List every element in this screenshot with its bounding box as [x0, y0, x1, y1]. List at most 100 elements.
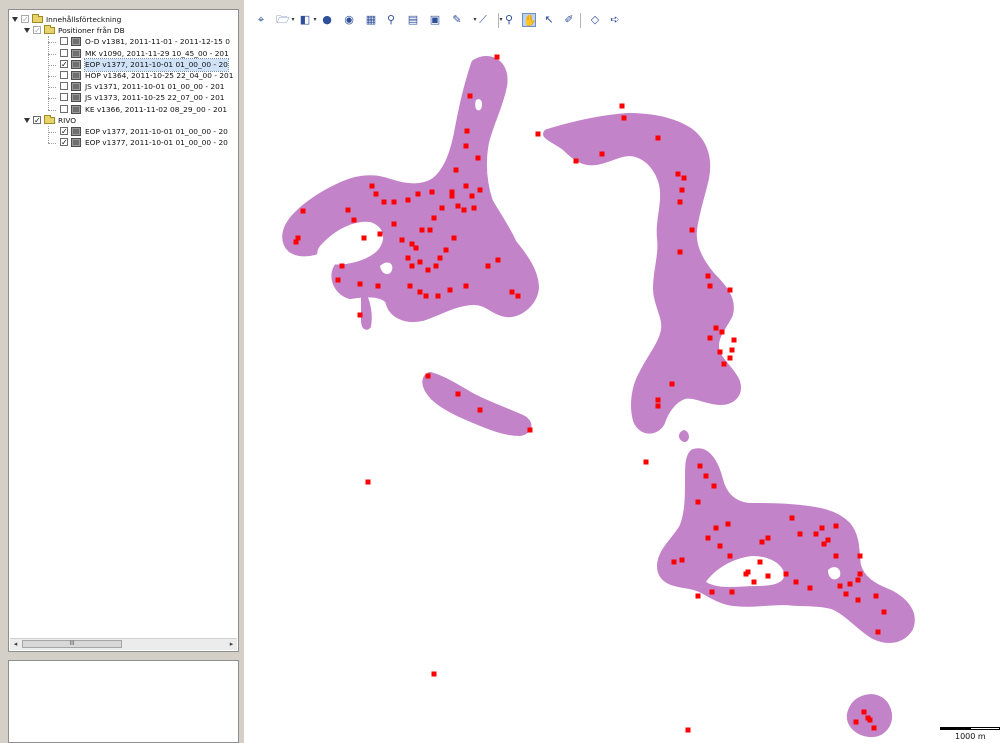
- position-point: [825, 537, 831, 543]
- edit-icon[interactable]: ✐: [562, 13, 576, 27]
- globe-icon[interactable]: ●: [320, 13, 334, 27]
- layer-checkbox[interactable]: [60, 104, 68, 113]
- tree-layer-label[interactable]: EOP v1377, 2011-10-01 01_00_00 - 20: [84, 57, 229, 72]
- open-folder-icon[interactable]: 🗁: [276, 13, 290, 27]
- map-canvas[interactable]: [244, 34, 1004, 743]
- position-point: [875, 629, 881, 635]
- scroll-thumb[interactable]: III: [22, 640, 122, 648]
- tree-connector: [48, 64, 56, 66]
- tree-connector: [48, 42, 56, 44]
- full-extent-icon[interactable]: ⌖: [254, 13, 268, 27]
- select-arrow-icon[interactable]: ↖: [542, 13, 556, 27]
- group-checkbox[interactable]: ✓: [33, 115, 41, 124]
- zoom-icon[interactable]: ⚲: [502, 13, 516, 27]
- expand-arrow-icon[interactable]: [12, 17, 18, 22]
- tree-group-row[interactable]: ✓ Positioner från DB: [9, 25, 238, 37]
- position-point: [705, 535, 711, 541]
- tree-layer-row[interactable]: HOP v1364, 2011-10-25 22_04_00 - 201: [9, 70, 238, 82]
- position-point: [759, 539, 765, 545]
- scroll-left-icon[interactable]: ◂: [11, 640, 20, 649]
- table-icon[interactable]: ▦: [364, 13, 378, 27]
- identify-icon[interactable]: ⚲: [384, 13, 398, 27]
- tree-row[interactable]: ✓ Innehållsförteckning: [9, 14, 238, 26]
- group-checkbox[interactable]: ✓: [33, 26, 41, 35]
- tree-group-row[interactable]: ✓ RIVO: [9, 114, 238, 127]
- position-point: [703, 473, 709, 479]
- position-point: [451, 235, 457, 241]
- back-icon[interactable]: ◇: [588, 13, 602, 27]
- info-panel: [8, 660, 239, 743]
- position-point: [377, 231, 383, 237]
- forward-icon[interactable]: ➪: [608, 13, 622, 27]
- position-point: [339, 263, 345, 269]
- tree-layer-label[interactable]: JS v1371, 2011-10-01 01_00_00 - 201: [85, 81, 224, 93]
- tree-connector: [48, 109, 56, 111]
- scroll-right-icon[interactable]: ▸: [227, 640, 236, 649]
- draw-icon[interactable]: ✎: [450, 13, 464, 27]
- position-point: [427, 227, 433, 233]
- layer-checkbox[interactable]: [60, 71, 68, 79]
- measure-icon[interactable]: ⟋: [476, 13, 490, 27]
- tree-layer-label[interactable]: EOP v1377, 2011-10-01 01_00_00 - 20: [85, 137, 228, 149]
- position-point: [727, 287, 733, 293]
- tree-layer-label[interactable]: EOP v1377, 2011-10-01 01_00_00 - 20: [85, 126, 228, 138]
- density-area-ne: [543, 113, 742, 434]
- tree-layer-label[interactable]: O-D v1381, 2011-11-01 - 2011-12-15 0: [85, 36, 230, 48]
- tree-layer-label[interactable]: MK v1090, 2011-11-29 10_45_00 - 201: [85, 48, 229, 60]
- layer-checkbox[interactable]: ✓: [60, 138, 68, 147]
- tree-group-label: RIVO: [58, 115, 77, 125]
- position-point: [871, 725, 877, 731]
- pan-icon[interactable]: ✋: [522, 13, 537, 27]
- horizontal-scrollbar[interactable]: ◂ III ▸: [10, 638, 237, 650]
- layer-checkbox[interactable]: ✓: [60, 127, 68, 136]
- layer-icon: [71, 138, 81, 148]
- position-point: [793, 579, 799, 585]
- layer-checkbox[interactable]: [60, 82, 68, 91]
- tree-connector: [48, 76, 56, 77]
- panel-splitter[interactable]: [8, 653, 239, 658]
- dropdown-arrow-icon[interactable]: ▾: [312, 13, 318, 27]
- layer-checkbox[interactable]: [60, 37, 68, 46]
- tree-layer-row[interactable]: JS v1371, 2011-10-01 01_00_00 - 201: [9, 81, 238, 93]
- attribute-table-icon[interactable]: ▤: [406, 13, 420, 27]
- toolbar-separator: [498, 13, 499, 28]
- layer-icon: [71, 71, 81, 80]
- position-point: [679, 557, 685, 563]
- layer-checkbox[interactable]: [60, 93, 68, 102]
- tree-connector: [48, 132, 56, 133]
- position-point: [447, 287, 453, 293]
- add-data-icon[interactable]: ◧: [298, 13, 312, 27]
- tree-layer-row[interactable]: O-D v1381, 2011-11-01 - 2011-12-15 0: [9, 36, 238, 48]
- tree-layer-row[interactable]: KE v1366, 2011-11-02 08_29_00 - 201: [9, 104, 238, 116]
- tree-layer-label[interactable]: JS v1373, 2011-10-25 22_07_00 - 201: [85, 92, 224, 104]
- tree-layer-label[interactable]: HOP v1364, 2011-10-25 22_04_00 - 201: [85, 70, 233, 82]
- tree-layer-label[interactable]: KE v1366, 2011-11-02 08_29_00 - 201: [85, 104, 227, 116]
- tree-connector: [48, 98, 56, 100]
- density-area-nw: [282, 56, 539, 322]
- tree-layer-row[interactable]: ✓ EOP v1377, 2011-10-01 01_00_00 - 20: [9, 126, 238, 138]
- position-point: [391, 221, 397, 227]
- expand-arrow-icon[interactable]: [24, 28, 30, 34]
- tree-layer-row[interactable]: ✓ EOP v1377, 2011-10-01 01_00_00 - 20: [9, 57, 238, 72]
- position-point: [373, 191, 379, 197]
- position-point: [713, 525, 719, 531]
- layer-checkbox[interactable]: [60, 48, 68, 57]
- position-point: [407, 283, 413, 289]
- tree-layer-row[interactable]: JS v1373, 2011-10-25 22_07_00 - 201: [9, 92, 238, 104]
- layer-checkbox[interactable]: ✓: [60, 59, 68, 68]
- position-point: [300, 208, 306, 214]
- position-point: [461, 207, 467, 213]
- tree-layer-row[interactable]: MK v1090, 2011-11-29 10_45_00 - 201: [9, 48, 238, 60]
- position-point: [573, 158, 579, 164]
- tree-layer-row[interactable]: ✓ EOP v1377, 2011-10-01 01_00_00 - 20: [9, 137, 238, 149]
- dropdown-arrow-icon[interactable]: ▾: [290, 13, 296, 27]
- position-point: [419, 227, 425, 233]
- position-point: [729, 589, 735, 595]
- circle-layer-icon[interactable]: ◉: [342, 13, 356, 27]
- expand-arrow-icon[interactable]: [24, 117, 30, 123]
- toolbar-separator: [580, 13, 581, 28]
- position-point: [449, 193, 455, 199]
- position-point: [425, 267, 431, 273]
- print-icon[interactable]: ▣: [428, 13, 442, 27]
- root-checkbox[interactable]: ✓: [21, 15, 29, 24]
